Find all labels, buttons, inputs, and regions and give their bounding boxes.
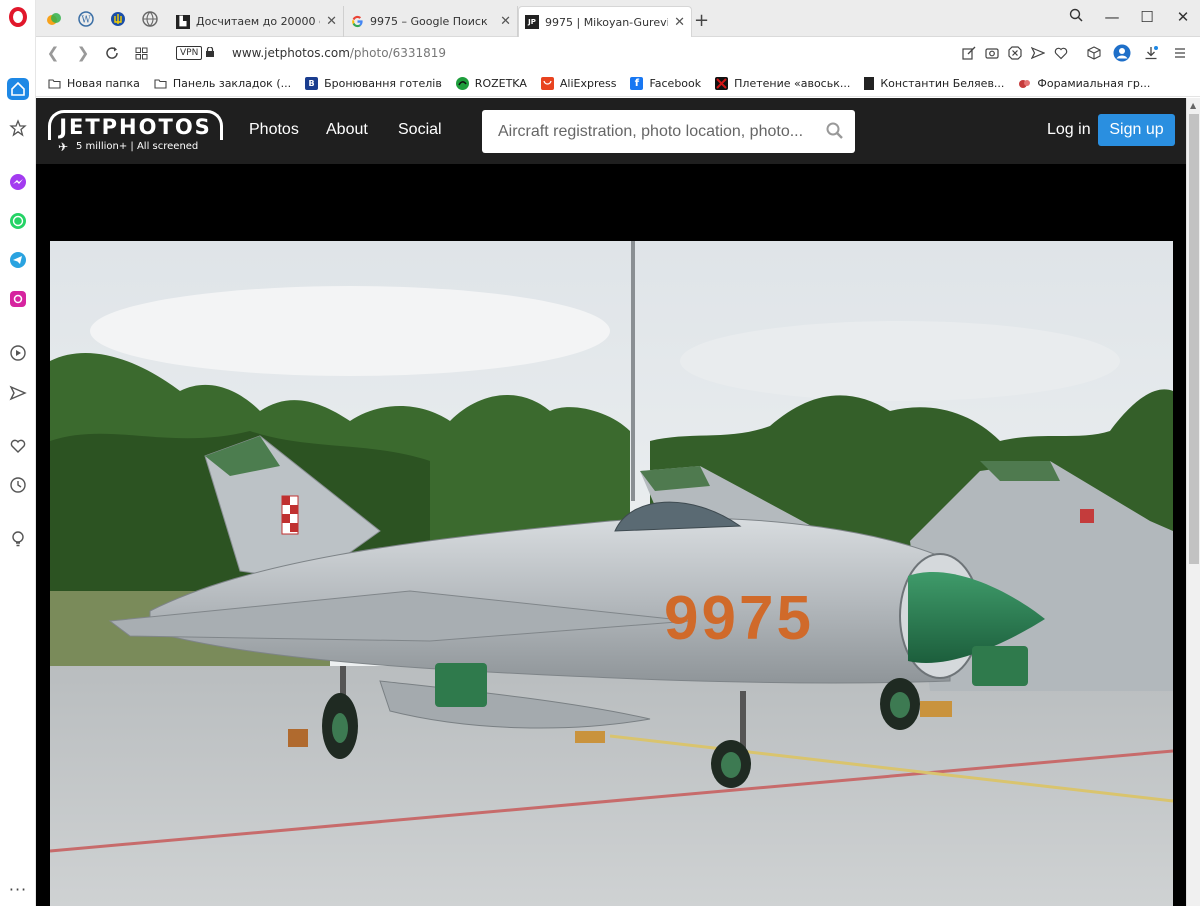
telegram-icon[interactable]: [7, 249, 29, 271]
bookmarks-bar: Новая папка Панель закладок (... B Броню…: [36, 70, 1200, 97]
bookmarks-star-icon[interactable]: [7, 117, 29, 139]
tab-close-icon[interactable]: ✕: [674, 15, 685, 30]
minimize-icon[interactable]: —: [1102, 8, 1122, 26]
book-icon: ▙: [176, 14, 190, 29]
sidebar-more-icon[interactable]: ···: [7, 878, 29, 900]
extensions-cube-icon[interactable]: [1086, 45, 1102, 61]
nav-photos[interactable]: Photos: [249, 121, 299, 139]
logo-tagline: 5 million+ | All screened: [76, 141, 199, 152]
tab-close-icon[interactable]: ✕: [500, 14, 511, 29]
address-bar: ❮ ❯ VPN www.jetphotos.com/photo/6331819: [36, 37, 1200, 70]
profile-avatar-icon[interactable]: [1113, 44, 1131, 62]
maximize-icon[interactable]: ☐: [1137, 8, 1157, 26]
tab-0[interactable]: ▙ Досчитаем до 20000 слож ✕: [170, 6, 344, 37]
close-window-icon[interactable]: ✕: [1173, 8, 1193, 26]
jp-icon: JP: [525, 15, 539, 29]
aircraft-number: 9975: [664, 584, 814, 653]
url-domain: www.jetphotos.com: [232, 46, 350, 60]
bookmark-item[interactable]: Новая папка: [48, 77, 140, 90]
heart-icon[interactable]: [7, 435, 29, 457]
url-path: /photo/6331819: [349, 46, 447, 60]
tarmac: [50, 666, 1173, 906]
browser-sidebar: ···: [0, 0, 36, 906]
lightbulb-icon[interactable]: [7, 528, 29, 550]
bookmark-item[interactable]: Плетение «авоськ...: [715, 76, 850, 90]
bookmark-heart-icon[interactable]: [1053, 45, 1069, 61]
tab-title: Досчитаем до 20000 слож: [196, 15, 320, 28]
bookmark-item[interactable]: f Facebook: [630, 76, 701, 90]
speed-dial-grid-icon[interactable]: [132, 44, 150, 62]
send-icon[interactable]: [7, 382, 29, 404]
forward-icon[interactable]: ❯: [74, 44, 92, 62]
new-tab-icon[interactable]: +: [694, 10, 709, 31]
booking-icon: B: [305, 76, 319, 90]
search-input[interactable]: [482, 110, 822, 153]
pinned-tab-globe-icon[interactable]: [140, 9, 160, 29]
url-field[interactable]: www.jetphotos.com/photo/6331819: [232, 46, 446, 60]
cloud: [90, 286, 610, 376]
bookmark-item[interactable]: ROZETKA: [455, 76, 527, 90]
svg-text:W: W: [81, 16, 91, 26]
camera-snapshot-icon[interactable]: [984, 45, 1000, 61]
adblock-icon[interactable]: [1007, 45, 1023, 61]
scroll-up-icon[interactable]: ▲: [1190, 101, 1196, 110]
web-page: JETPHOTOS ✈ 5 million+ | All screened Ph…: [36, 98, 1186, 906]
player-icon[interactable]: [7, 342, 29, 364]
messenger-icon[interactable]: [7, 171, 29, 193]
bookmark-item[interactable]: Форамиальная гр...: [1018, 77, 1150, 90]
site-header: JETPHOTOS ✈ 5 million+ | All screened Ph…: [36, 98, 1186, 164]
tab-close-icon[interactable]: ✕: [326, 14, 337, 29]
jetphotos-logo[interactable]: JETPHOTOS ✈ 5 million+ | All screened: [48, 110, 223, 154]
plane-icon: ✈: [58, 140, 69, 154]
scrollbar-thumb[interactable]: [1189, 114, 1199, 564]
bookmark-item[interactable]: AliExpress: [540, 76, 616, 90]
page-icon: [864, 76, 875, 90]
pinned-tab-wordpress-icon[interactable]: W: [76, 9, 96, 29]
foram-icon: [1018, 77, 1031, 90]
downloads-icon[interactable]: [1143, 45, 1159, 61]
signup-button[interactable]: Sign up: [1098, 114, 1175, 146]
page-scrollbar[interactable]: ▲: [1186, 98, 1200, 906]
search-icon[interactable]: [825, 121, 845, 141]
login-link[interactable]: Log in: [1047, 121, 1091, 139]
pinned-tab-color-icon[interactable]: [44, 9, 64, 29]
weaving-icon: [715, 76, 729, 90]
bookmark-item[interactable]: Константин Беляев...: [864, 76, 1004, 90]
tab-title: 9975 – Google Поиск: [370, 15, 488, 28]
facebook-icon: f: [630, 76, 644, 90]
logo-text: JETPHOTOS: [48, 110, 223, 140]
opera-logo-icon[interactable]: [9, 7, 27, 27]
pinned-tab-ukraine-icon[interactable]: [108, 9, 128, 29]
tab-1[interactable]: 9975 – Google Поиск ✕: [344, 6, 518, 37]
bookmark-item[interactable]: Панель закладок (...: [154, 77, 291, 90]
back-icon[interactable]: ❮: [44, 44, 62, 62]
home-icon[interactable]: [7, 78, 29, 100]
folder-icon: [48, 77, 61, 90]
history-clock-icon[interactable]: [7, 474, 29, 496]
tab-title: 9975 | Mikoyan-Gurevich M: [545, 15, 668, 29]
nav-about[interactable]: About: [326, 121, 368, 139]
search-tabs-icon[interactable]: [1066, 8, 1086, 26]
google-icon: [350, 15, 364, 29]
tab-2-active[interactable]: JP 9975 | Mikoyan-Gurevich M ✕: [518, 6, 692, 37]
aircraft-photo[interactable]: 9975: [50, 241, 1173, 906]
folder-icon: [154, 77, 167, 90]
nav-social[interactable]: Social: [398, 121, 442, 139]
aliexpress-icon: [540, 76, 554, 90]
tab-bar: W ▙ Досчитаем до 20000 слож ✕ 9975 – Goo…: [36, 0, 1200, 37]
rozetka-icon: [455, 76, 469, 90]
light-pole: [631, 241, 635, 501]
share-edit-icon[interactable]: [961, 45, 977, 61]
instagram-icon[interactable]: [7, 288, 29, 310]
whatsapp-icon[interactable]: [7, 210, 29, 232]
vpn-badge[interactable]: VPN: [176, 46, 203, 60]
bookmark-item[interactable]: B Бронювання готелів: [305, 76, 442, 90]
lock-icon[interactable]: [206, 47, 214, 57]
search-box: [482, 110, 855, 153]
send-page-icon[interactable]: [1030, 45, 1046, 61]
easy-setup-menu-icon[interactable]: [1172, 45, 1188, 61]
cloud: [680, 321, 1120, 401]
reload-icon[interactable]: [103, 44, 121, 62]
